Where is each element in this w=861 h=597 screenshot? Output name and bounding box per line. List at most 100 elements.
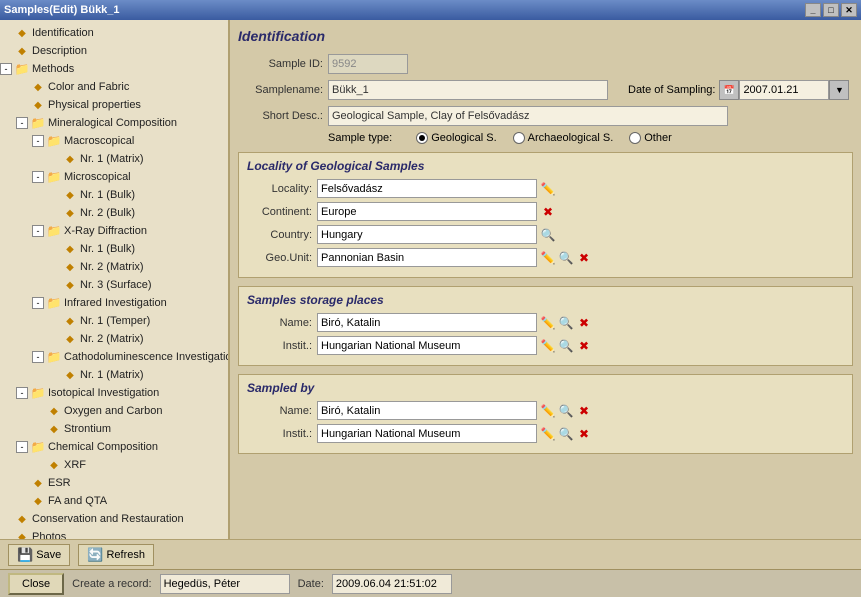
tree-item-fa-qta[interactable]: ◆FA and QTA <box>0 492 228 510</box>
storage-instit-delete-icon[interactable]: ✖ <box>576 338 592 354</box>
storage-name-input[interactable] <box>317 313 537 332</box>
country-search-icon[interactable]: 🔍 <box>540 227 556 243</box>
short-desc-input[interactable] <box>328 106 728 126</box>
tree-item-oxygen-carbon[interactable]: ◆Oxygen and Carbon <box>0 402 228 420</box>
sample-type-row: Sample type: Geological S. Archaeologica… <box>328 132 853 144</box>
tree-item-xray-nr2-matrix[interactable]: ◆Nr. 2 (Matrix) <box>0 258 228 276</box>
sampled-name-delete-icon[interactable]: ✖ <box>576 403 592 419</box>
short-desc-label: Short Desc.: <box>238 110 328 122</box>
tree-item-xrf[interactable]: ◆XRF <box>0 456 228 474</box>
radio-geological-circle[interactable] <box>416 132 428 144</box>
radio-archaeological[interactable]: Archaeological S. <box>513 132 614 144</box>
tree-item-physical-props[interactable]: ◆Physical properties <box>0 96 228 114</box>
refresh-button[interactable]: 🔄 Refresh <box>78 544 154 566</box>
tree-item-xray-nr1-bulk[interactable]: ◆Nr. 1 (Bulk) <box>0 240 228 258</box>
radio-other[interactable]: Other <box>629 132 672 144</box>
tree-label-nr1-bulk: Nr. 1 (Bulk) <box>80 189 135 201</box>
tree-item-nr2-bulk[interactable]: ◆Nr. 2 (Bulk) <box>0 204 228 222</box>
storage-name-delete-icon[interactable]: ✖ <box>576 315 592 331</box>
sample-id-label: Sample ID: <box>238 58 328 70</box>
save-button[interactable]: 💾 Save <box>8 544 70 566</box>
tree-item-isotopical[interactable]: -📁Isotopical Investigation <box>0 384 228 402</box>
tree-item-ir-nr2-matrix[interactable]: ◆Nr. 2 (Matrix) <box>0 330 228 348</box>
locality-title: Locality of Geological Samples <box>247 159 844 173</box>
tree-label-nr2-bulk: Nr. 2 (Bulk) <box>80 207 135 219</box>
tree-item-identification[interactable]: ◆Identification <box>0 24 228 42</box>
leaf-icon-fa-qta: ◆ <box>30 493 46 509</box>
tree-item-strontium[interactable]: ◆Strontium <box>0 420 228 438</box>
sampled-name-search-icon[interactable]: 🔍 <box>558 403 574 419</box>
geounit-input[interactable] <box>317 248 537 267</box>
tree-item-description[interactable]: ◆Description <box>0 42 228 60</box>
sampled-name-input[interactable] <box>317 401 537 420</box>
radio-archaeological-circle[interactable] <box>513 132 525 144</box>
geounit-delete-icon[interactable]: ✖ <box>576 250 592 266</box>
locality-edit-icon[interactable]: ✏️ <box>540 181 556 197</box>
expand-icon-methods[interactable]: - <box>0 63 12 75</box>
expand-icon-mineralogical[interactable]: - <box>16 117 28 129</box>
date-picker-icon[interactable]: 📅 <box>719 80 739 100</box>
tree-item-cat-nr1-matrix[interactable]: ◆Nr. 1 (Matrix) <box>0 366 228 384</box>
tree-label-oxygen-carbon: Oxygen and Carbon <box>64 405 162 417</box>
close-button[interactable]: Close <box>8 573 64 595</box>
date-of-sampling-input[interactable] <box>739 80 829 100</box>
close-window-button[interactable]: ✕ <box>841 3 857 17</box>
storage-instit-input[interactable] <box>317 336 537 355</box>
minimize-button[interactable]: _ <box>805 3 821 17</box>
storage-instit-search-icon[interactable]: 🔍 <box>558 338 574 354</box>
short-desc-row: Short Desc.: <box>238 106 853 126</box>
sample-id-input[interactable] <box>328 54 408 74</box>
geounit-search-icon[interactable]: 🔍 <box>558 250 574 266</box>
sampled-instit-delete-icon[interactable]: ✖ <box>576 426 592 442</box>
locality-section: Locality of Geological Samples Locality:… <box>238 152 853 278</box>
status-date-input[interactable] <box>332 574 452 594</box>
tree-item-xray-nr3-surface[interactable]: ◆Nr. 3 (Surface) <box>0 276 228 294</box>
tree-item-ir-nr1-temper[interactable]: ◆Nr. 1 (Temper) <box>0 312 228 330</box>
tree-item-nr1-bulk[interactable]: ◆Nr. 1 (Bulk) <box>0 186 228 204</box>
country-input[interactable] <box>317 225 537 244</box>
expand-icon-chemical[interactable]: - <box>16 441 28 453</box>
storage-name-search-icon[interactable]: 🔍 <box>558 315 574 331</box>
date-dropdown-btn[interactable]: ▼ <box>829 80 849 100</box>
tree-item-mineralogical[interactable]: -📁Mineralogical Composition <box>0 114 228 132</box>
tree-item-nr1-matrix[interactable]: ◆Nr. 1 (Matrix) <box>0 150 228 168</box>
sampled-by-title: Sampled by <box>247 381 844 395</box>
tree-item-xray[interactable]: -📁X-Ray Diffraction <box>0 222 228 240</box>
continent-delete-icon[interactable]: ✖ <box>540 204 556 220</box>
locality-input[interactable] <box>317 179 537 198</box>
tree-item-macroscopical[interactable]: -📁Macroscopical <box>0 132 228 150</box>
sampled-instit-search-icon[interactable]: 🔍 <box>558 426 574 442</box>
continent-input[interactable] <box>317 202 537 221</box>
tree-item-esr[interactable]: ◆ESR <box>0 474 228 492</box>
tree-item-infrared[interactable]: -📁Infrared Investigation <box>0 294 228 312</box>
storage-name-edit-icon[interactable]: ✏️ <box>540 315 556 331</box>
tree-item-photos[interactable]: ◆Photos <box>0 528 228 539</box>
storage-name-row: Name: ✏️ 🔍 ✖ <box>247 313 844 332</box>
section-title: Identification <box>238 28 853 44</box>
tree-item-chemical[interactable]: -📁Chemical Composition <box>0 438 228 456</box>
expand-icon-xray[interactable]: - <box>32 225 44 237</box>
tree-item-microscopical[interactable]: -📁Microscopical <box>0 168 228 186</box>
radio-geological[interactable]: Geological S. <box>416 132 496 144</box>
sampled-instit-input[interactable] <box>317 424 537 443</box>
geounit-edit-icon[interactable]: ✏️ <box>540 250 556 266</box>
tree-item-color-fabric[interactable]: ◆Color and Fabric <box>0 78 228 96</box>
expand-icon-isotopical[interactable]: - <box>16 387 28 399</box>
continent-actions: ✖ <box>540 204 556 220</box>
samplename-input[interactable] <box>328 80 608 100</box>
expand-icon-macroscopical[interactable]: - <box>32 135 44 147</box>
expand-icon-infrared[interactable]: - <box>32 297 44 309</box>
sampled-name-edit-icon[interactable]: ✏️ <box>540 403 556 419</box>
storage-instit-edit-icon[interactable]: ✏️ <box>540 338 556 354</box>
maximize-button[interactable]: □ <box>823 3 839 17</box>
expand-icon-cathodolum[interactable]: - <box>32 351 44 363</box>
expand-icon-microscopical[interactable]: - <box>32 171 44 183</box>
tree-item-conservation[interactable]: ◆Conservation and Restauration <box>0 510 228 528</box>
country-actions: 🔍 <box>540 227 556 243</box>
radio-other-circle[interactable] <box>629 132 641 144</box>
sampled-instit-edit-icon[interactable]: ✏️ <box>540 426 556 442</box>
tree-item-cathodolum[interactable]: -📁Cathodoluminescence Investigation <box>0 348 228 366</box>
create-record-input[interactable] <box>160 574 290 594</box>
tree-item-methods[interactable]: -📁Methods <box>0 60 228 78</box>
save-icon: 💾 <box>17 547 33 563</box>
